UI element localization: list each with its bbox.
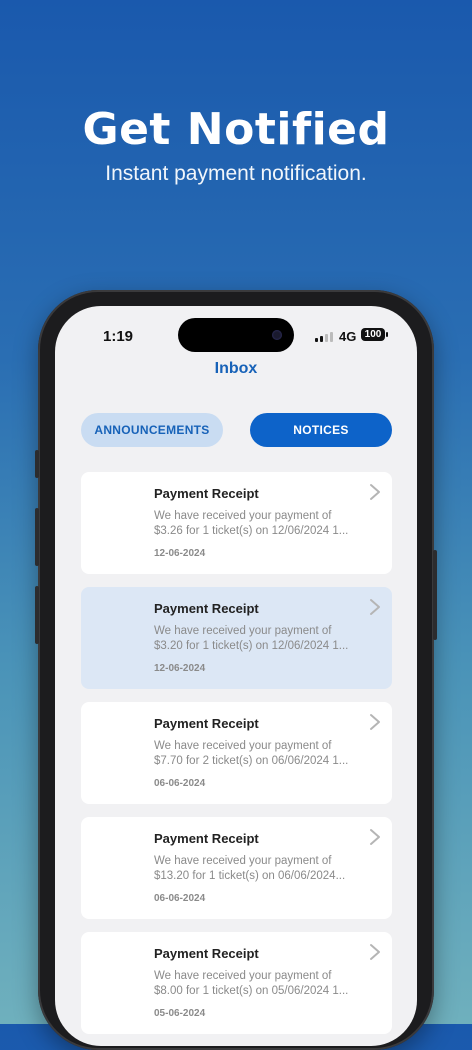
notice-preview-line: $3.26 for 1 ticket(s) on 12/06/2024 1... [154,524,349,537]
notice-card[interactable]: Payment Receipt We have received your pa… [81,472,392,574]
notice-preview-line: $13.20 for 1 ticket(s) on 06/06/2024... [154,869,346,882]
chevron-right-icon [370,944,380,960]
notice-date: 12-06-2024 [154,663,206,674]
notice-title: Payment Receipt [154,946,259,961]
notice-preview-line: We have received your payment of [154,510,332,522]
chevron-right-icon [370,829,380,845]
phone-volume-down-button [35,586,39,644]
chevron-right-icon [370,714,380,730]
notice-preview: We have received your payment of $3.20 f… [154,624,360,653]
phone-volume-up-button [35,508,39,566]
battery-icon: 100 [361,328,385,341]
hero-subtitle: Instant payment notification. [105,162,367,185]
notice-preview-line: $7.70 for 2 ticket(s) on 06/06/2024 1... [154,754,349,767]
notice-preview-line: We have received your payment of [154,855,332,867]
notice-date: 12-06-2024 [154,548,206,559]
notice-card[interactable]: Payment Receipt We have received your pa… [81,932,392,1034]
battery-tip [386,332,388,337]
notice-title: Payment Receipt [154,601,259,616]
notice-card[interactable]: Payment Receipt We have received your pa… [81,702,392,804]
notice-title: Payment Receipt [154,716,259,731]
network-label: 4G [339,329,357,344]
notice-title: Payment Receipt [154,486,259,501]
notice-preview-line: We have received your payment of [154,970,332,982]
notice-preview-line: We have received your payment of [154,625,332,637]
front-camera [272,330,282,340]
notice-preview: We have received your payment of $7.70 f… [154,739,360,768]
notice-date: 05-06-2024 [154,1008,206,1019]
notice-date: 06-06-2024 [154,778,206,789]
phone-power-button [433,550,437,640]
notice-date: 06-06-2024 [154,893,206,904]
notice-card-highlighted[interactable]: Payment Receipt We have received your pa… [81,587,392,689]
dynamic-island [178,318,294,352]
notice-card[interactable]: Payment Receipt We have received your pa… [81,817,392,919]
chevron-right-icon [370,599,380,615]
tab-notices[interactable]: NOTICES [250,413,392,447]
phone-screen: 1:19 4G 100 Inbox ANNOUNCEMENTS NOTICES … [55,306,417,1046]
phone-action-button [35,450,39,478]
tab-announcements[interactable]: ANNOUNCEMENTS [81,413,223,447]
notice-preview-line: We have received your payment of [154,740,332,752]
chevron-right-icon [370,484,380,500]
notice-title: Payment Receipt [154,831,259,846]
notice-preview: We have received your payment of $8.00 f… [154,969,360,998]
hero-title: Get Notified [82,104,390,155]
status-time: 1:19 [103,328,134,345]
notice-preview-line: $8.00 for 1 ticket(s) on 05/06/2024 1... [154,984,349,997]
notice-preview: We have received your payment of $3.26 f… [154,509,360,538]
notice-preview-line: $3.20 for 1 ticket(s) on 12/06/2024 1... [154,639,349,652]
notice-preview: We have received your payment of $13.20 … [154,854,360,883]
page-title: Inbox [214,360,258,377]
signal-icon [315,332,333,342]
